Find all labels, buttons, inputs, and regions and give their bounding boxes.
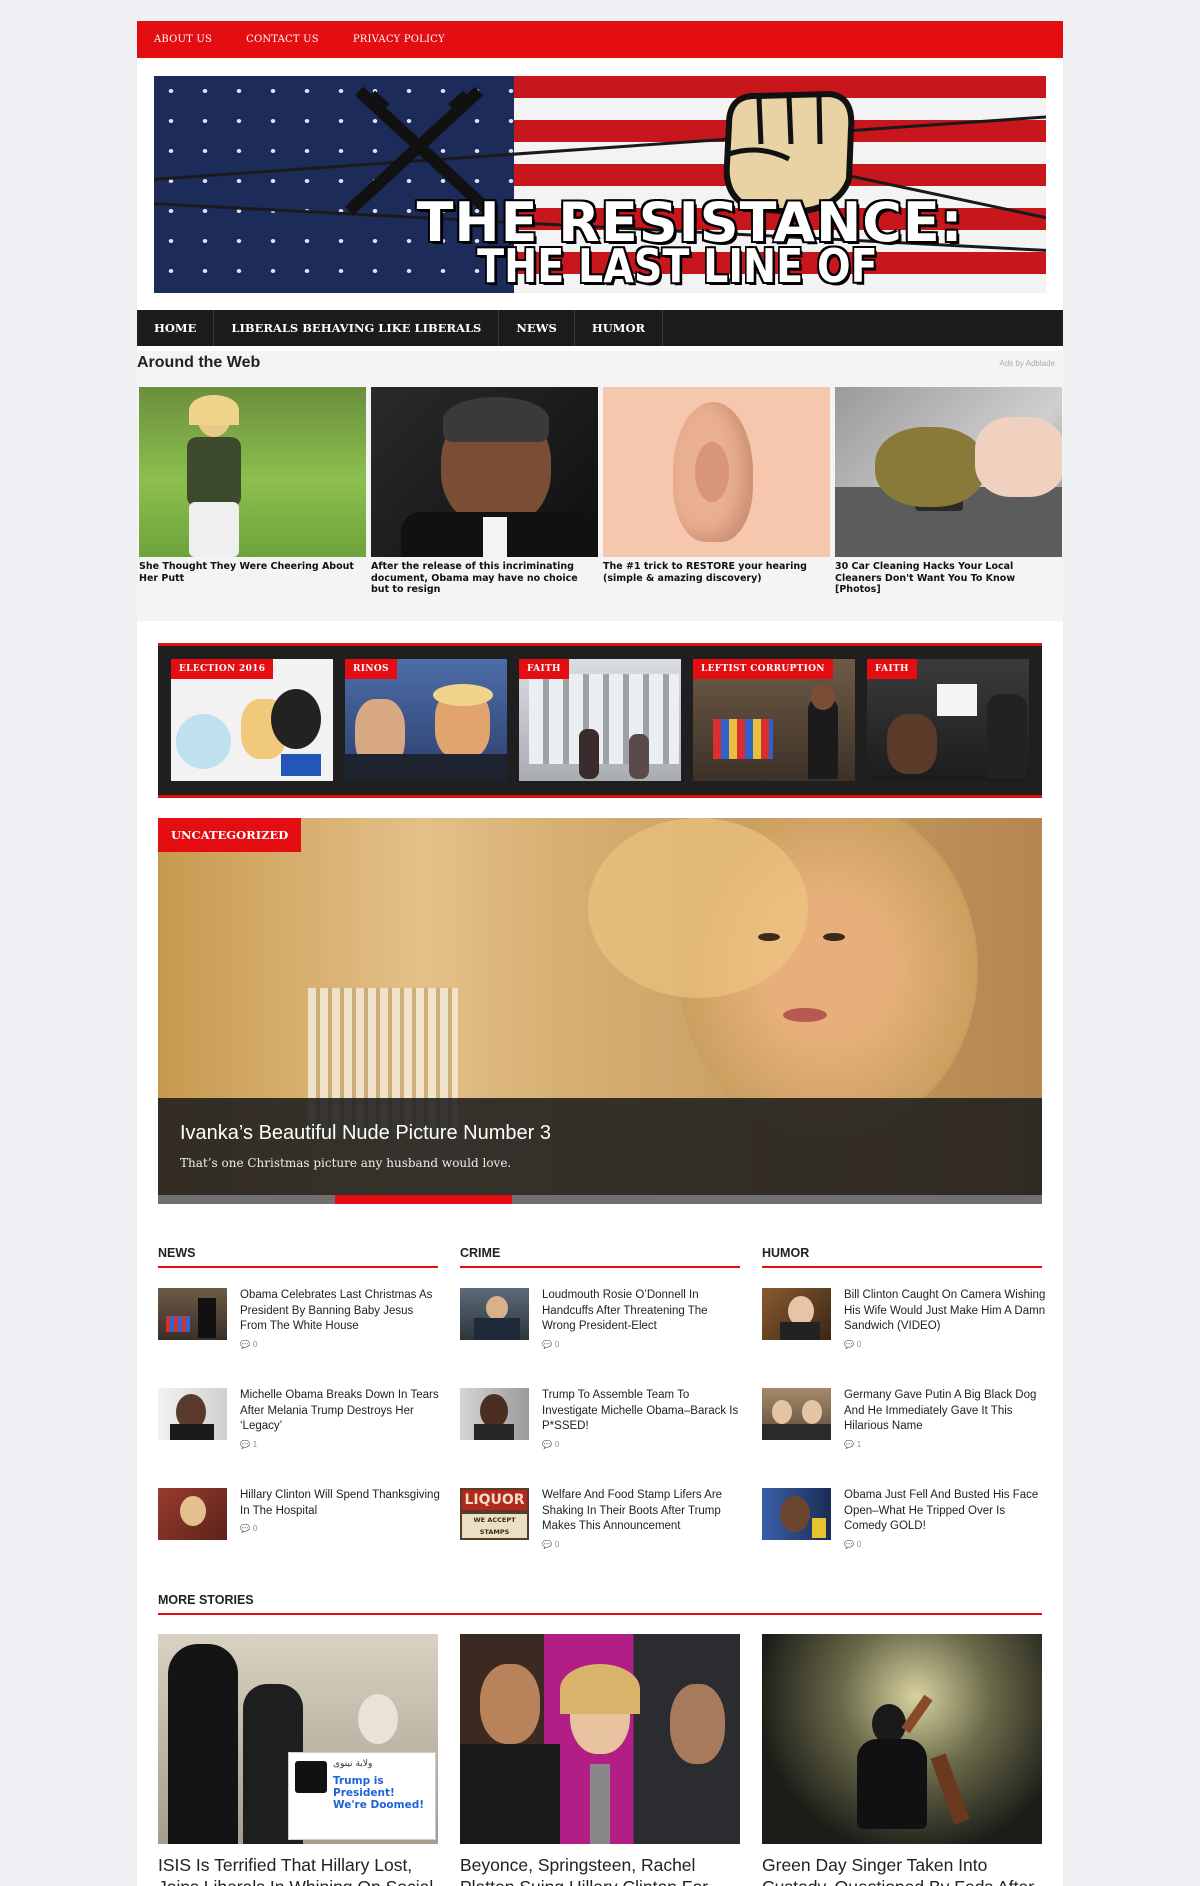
- top-nav: ABOUT US CONTACT US PRIVACY POLICY: [137, 21, 1063, 58]
- item-thumbnail[interactable]: [158, 1488, 227, 1540]
- item-title[interactable]: Bill Clinton Caught On Camera Wishing Hi…: [844, 1288, 1046, 1335]
- ad-caption[interactable]: 30 Car Cleaning Hacks Your Local Cleaner…: [835, 561, 1062, 596]
- item-title[interactable]: Obama Just Fell And Busted His Face Open…: [844, 1488, 1046, 1535]
- comment-count[interactable]: 💬 0: [844, 1340, 862, 1349]
- comment-count[interactable]: 💬 0: [542, 1540, 560, 1549]
- page-container: ABOUT US CONTACT US PRIVACY POLICY THE R…: [137, 21, 1063, 1886]
- item-thumbnail[interactable]: [158, 1288, 227, 1340]
- slider-active-indicator[interactable]: [335, 1195, 512, 1204]
- around-the-web-widget: Around the Web Ads by Adblade She Though…: [137, 351, 1063, 621]
- ad-card[interactable]: She Thought They Were Cheering About Her…: [139, 387, 366, 584]
- comment-count[interactable]: 💬 0: [240, 1524, 258, 1533]
- story-image-green-day[interactable]: [762, 1634, 1042, 1844]
- ad-caption[interactable]: She Thought They Were Cheering About Her…: [139, 561, 366, 584]
- crime-column: CRIME Loudmouth Rosie O’Donnell In Handc…: [460, 1246, 740, 1549]
- featured-tag[interactable]: LEFTIST CORRUPTION: [693, 659, 833, 679]
- list-item[interactable]: Hillary Clinton Will Spend Thanksgiving …: [158, 1488, 442, 1558]
- news-column-heading[interactable]: NEWS: [158, 1246, 438, 1268]
- slider-pagination[interactable]: [158, 1195, 1042, 1204]
- comment-count[interactable]: 💬 0: [542, 1340, 560, 1349]
- featured-tag[interactable]: RINOS: [345, 659, 397, 679]
- humor-column: HUMOR Bill Clinton Caught On Camera Wish…: [762, 1246, 1045, 1549]
- list-item[interactable]: Michelle Obama Breaks Down In Tears Afte…: [158, 1388, 442, 1458]
- story-title[interactable]: Green Day Singer Taken Into Custody, Que…: [762, 1854, 1042, 1886]
- comment-count[interactable]: 💬 0: [240, 1340, 258, 1349]
- item-thumbnail[interactable]: [762, 1488, 831, 1540]
- list-item[interactable]: Germany Gave Putin A Big Black Dog And H…: [762, 1388, 1046, 1458]
- hero-category-tag[interactable]: UNCATEGORIZED: [158, 818, 302, 852]
- item-thumbnail[interactable]: [460, 1288, 529, 1340]
- ad-image-car-cleaning[interactable]: [835, 387, 1062, 557]
- comment-count[interactable]: 💬 0: [542, 1440, 560, 1449]
- story-card[interactable]: Beyonce, Springsteen, Rachel Platten Sui…: [460, 1634, 740, 1886]
- list-item[interactable]: Trump To Assemble Team To Investigate Mi…: [460, 1388, 744, 1458]
- item-thumbnail[interactable]: [158, 1388, 227, 1440]
- item-thumbnail[interactable]: [762, 1388, 831, 1440]
- list-item[interactable]: Loudmouth Rosie O’Donnell In Handcuffs A…: [460, 1288, 744, 1358]
- featured-strip: ELECTION 2016 RINOS FAITH LEFTIST CORRUP…: [158, 643, 1042, 798]
- list-item[interactable]: Bill Clinton Caught On Camera Wishing Hi…: [762, 1288, 1046, 1358]
- main-nav-news[interactable]: NEWS: [499, 310, 575, 346]
- featured-tag[interactable]: ELECTION 2016: [171, 659, 274, 679]
- featured-tile[interactable]: FAITH: [519, 659, 681, 781]
- ad-caption[interactable]: The #1 trick to RESTORE your hearing (si…: [603, 561, 830, 584]
- item-title[interactable]: Loudmouth Rosie O’Donnell In Handcuffs A…: [542, 1288, 744, 1335]
- main-nav: HOME LIBERALS BEHAVING LIKE LIBERALS NEW…: [137, 310, 1063, 346]
- humor-column-heading[interactable]: HUMOR: [762, 1246, 1042, 1268]
- news-column: NEWS Obama Celebrates Last Christmas As …: [158, 1246, 440, 1540]
- category-columns: NEWS Obama Celebrates Last Christmas As …: [158, 1246, 1045, 1586]
- item-title[interactable]: Welfare And Food Stamp Lifers Are Shakin…: [542, 1488, 744, 1535]
- item-title[interactable]: Michelle Obama Breaks Down In Tears Afte…: [240, 1388, 442, 1435]
- comment-count[interactable]: 💬 0: [844, 1540, 862, 1549]
- ad-card[interactable]: The #1 trick to RESTORE your hearing (si…: [603, 387, 830, 584]
- featured-tile[interactable]: LEFTIST CORRUPTION: [693, 659, 855, 781]
- main-nav-home[interactable]: HOME: [137, 310, 215, 346]
- ad-caption[interactable]: After the release of this incriminating …: [371, 561, 598, 596]
- item-title[interactable]: Hillary Clinton Will Spend Thanksgiving …: [240, 1488, 442, 1519]
- main-nav-liberals-behaving[interactable]: LIBERALS BEHAVING LIKE LIBERALS: [214, 310, 500, 346]
- main-nav-humor[interactable]: HUMOR: [575, 310, 664, 346]
- hero-excerpt: That’s one Christmas picture any husband…: [180, 1156, 512, 1170]
- hero-slider[interactable]: UNCATEGORIZED Ivanka’s Beautiful Nude Pi…: [158, 818, 1042, 1204]
- top-nav-contact-us[interactable]: CONTACT US: [246, 34, 319, 45]
- item-title[interactable]: Trump To Assemble Team To Investigate Mi…: [542, 1388, 744, 1435]
- banner-title-line2: THE LAST LINE OF DEFENSE: [477, 239, 878, 293]
- hero-caption: Ivanka’s Beautiful Nude Picture Number 3…: [158, 1098, 1042, 1195]
- ad-image-golfer[interactable]: [139, 387, 366, 557]
- more-stories-section: MORE STORIES ولاية نينوى Trump is Presid…: [158, 1593, 1042, 1886]
- featured-tag[interactable]: FAITH: [867, 659, 917, 679]
- more-stories-heading: MORE STORIES: [158, 1593, 1042, 1615]
- crime-column-heading[interactable]: CRIME: [460, 1246, 740, 1268]
- featured-tile[interactable]: FAITH: [867, 659, 1029, 781]
- around-the-web-heading: Around the Web: [137, 354, 261, 371]
- story-card[interactable]: Green Day Singer Taken Into Custody, Que…: [762, 1634, 1042, 1886]
- story-card[interactable]: ولاية نينوى Trump is President! We're Do…: [158, 1634, 438, 1886]
- comment-count[interactable]: 💬 1: [844, 1440, 862, 1449]
- list-item[interactable]: LIQUOR WE ACCEPT STAMPS Welfare And Food…: [460, 1488, 744, 1558]
- top-nav-about-us[interactable]: ABOUT US: [154, 34, 212, 45]
- top-nav-privacy-policy[interactable]: PRIVACY POLICY: [353, 34, 445, 45]
- story-image-celebrities[interactable]: [460, 1634, 740, 1844]
- ad-image-ear[interactable]: [603, 387, 830, 557]
- list-item[interactable]: Obama Just Fell And Busted His Face Open…: [762, 1488, 1046, 1558]
- featured-tile[interactable]: ELECTION 2016: [171, 659, 333, 781]
- site-banner[interactable]: THE RESISTANCE: THE LAST LINE OF DEFENSE: [154, 76, 1046, 293]
- ad-card[interactable]: After the release of this incriminating …: [371, 387, 598, 596]
- featured-tile[interactable]: RINOS: [345, 659, 507, 781]
- item-thumbnail[interactable]: [762, 1288, 831, 1340]
- story-image-isis[interactable]: ولاية نينوى Trump is President! We're Do…: [158, 1634, 438, 1844]
- ad-image-obama[interactable]: [371, 387, 598, 557]
- story-title[interactable]: Beyonce, Springsteen, Rachel Platten Sui…: [460, 1854, 740, 1886]
- item-thumbnail[interactable]: LIQUOR WE ACCEPT STAMPS: [460, 1488, 529, 1540]
- ads-by-label[interactable]: Ads by Adblade: [999, 359, 1055, 368]
- story-title[interactable]: ISIS Is Terrified That Hillary Lost, Joi…: [158, 1854, 438, 1886]
- item-thumbnail[interactable]: [460, 1388, 529, 1440]
- ad-card[interactable]: 30 Car Cleaning Hacks Your Local Cleaner…: [835, 387, 1062, 596]
- item-title[interactable]: Obama Celebrates Last Christmas As Presi…: [240, 1288, 442, 1335]
- list-item[interactable]: Obama Celebrates Last Christmas As Presi…: [158, 1288, 442, 1358]
- featured-tag[interactable]: FAITH: [519, 659, 569, 679]
- hero-title[interactable]: Ivanka’s Beautiful Nude Picture Number 3: [180, 1122, 551, 1145]
- comment-count[interactable]: 💬 1: [240, 1440, 258, 1449]
- item-title[interactable]: Germany Gave Putin A Big Black Dog And H…: [844, 1388, 1046, 1435]
